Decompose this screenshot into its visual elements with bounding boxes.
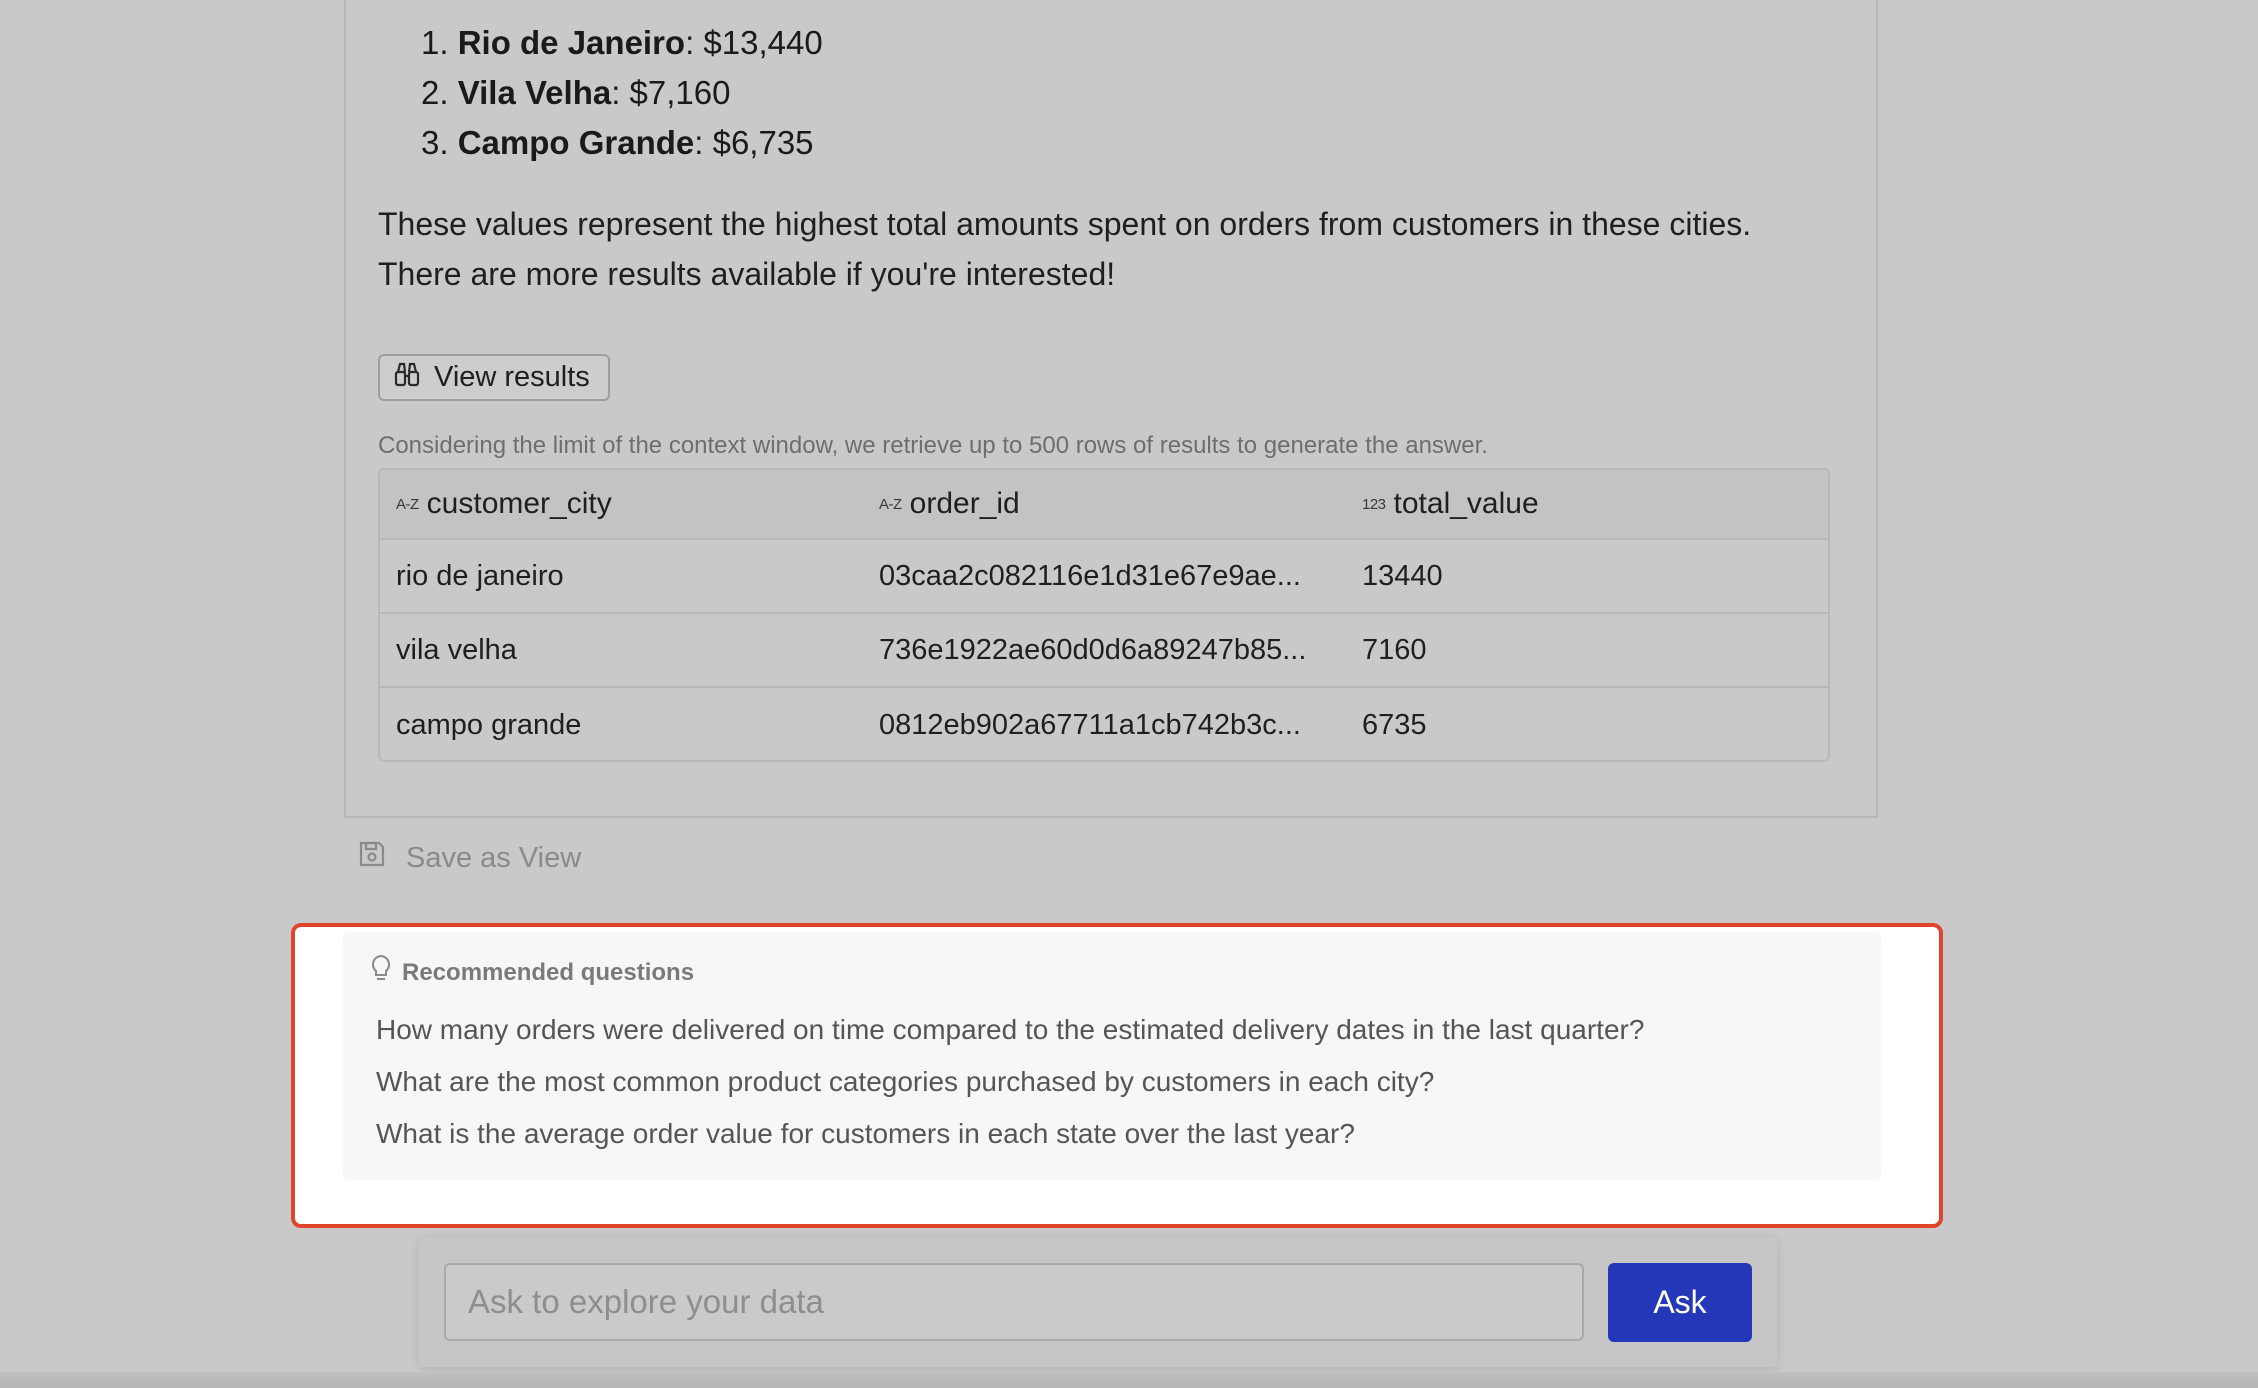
number-type-icon: 123 (1362, 495, 1386, 513)
save-as-view-button[interactable]: Save as View (358, 840, 581, 876)
recommended-question[interactable]: What are the most common product categor… (376, 1066, 1434, 1098)
cell-customer-city: campo grande (396, 708, 582, 741)
cell-order-id: 03caa2c082116e1d31e67e9ae... (879, 559, 1301, 592)
cell-customer-city: rio de janeiro (396, 559, 564, 592)
cell-total-value: 7160 (1362, 633, 1427, 666)
context-note: Considering the limit of the context win… (378, 432, 1488, 459)
city-name: Vila Velha (457, 74, 612, 111)
ask-button[interactable]: Ask (1608, 1263, 1752, 1342)
ask-input[interactable] (444, 1263, 1584, 1341)
cell-customer-city: vila velha (396, 633, 517, 666)
cell-total-value: 6735 (1362, 708, 1427, 741)
list-item: 1. Rio de Janeiro: $13,440 (421, 24, 823, 61)
text-type-icon: A-Z (879, 495, 902, 513)
binoculars-icon (394, 360, 420, 396)
view-results-label: View results (434, 361, 590, 393)
cell-order-id: 736e1922ae60d0d6a89247b85... (879, 633, 1307, 666)
recommended-question[interactable]: How many orders were delivered on time c… (376, 1014, 1644, 1046)
cell-total-value: 13440 (1362, 559, 1443, 592)
table-row: vila velha 736e1922ae60d0d6a89247b85... … (380, 614, 1828, 688)
list-item: 3. Campo Grande: $6,735 (421, 124, 814, 161)
save-as-view-label: Save as View (406, 841, 582, 874)
list-item: 2. Vila Velha: $7,160 (421, 74, 731, 111)
lightbulb-icon (370, 954, 392, 991)
save-icon (358, 840, 386, 876)
results-table: A-Z customer_city A-Z order_id 123 total… (378, 468, 1830, 762)
view-results-button[interactable]: View results (378, 354, 610, 401)
recommended-questions-title: Recommended questions (402, 958, 695, 986)
table-row: campo grande 0812eb902a67711a1cb742b3c..… (380, 688, 1828, 760)
table-header: A-Z customer_city A-Z order_id 123 total… (380, 470, 1828, 540)
table-row: rio de janeiro 03caa2c082116e1d31e67e9ae… (380, 540, 1828, 614)
answer-paragraph: There are more results available if you'… (378, 256, 1116, 292)
answer-paragraph: These values represent the highest total… (378, 206, 1752, 242)
city-name: Rio de Janeiro (457, 24, 686, 61)
recommended-question[interactable]: What is the average order value for cust… (376, 1118, 1355, 1150)
column-header-total-value[interactable]: 123 total_value (1362, 487, 1539, 521)
text-type-icon: A-Z (396, 495, 419, 513)
city-name: Campo Grande (457, 124, 695, 161)
bottom-shadow (0, 1372, 2258, 1388)
recommended-questions-header: Recommended questions (370, 954, 694, 991)
cell-order-id: 0812eb902a67711a1cb742b3c... (879, 708, 1301, 741)
ranked-list: 1. Rio de Janeiro: $13,440 2. Vila Velha… (421, 18, 823, 168)
column-header-order-id[interactable]: A-Z order_id (879, 487, 1020, 521)
column-header-customer-city[interactable]: A-Z customer_city (396, 487, 612, 521)
